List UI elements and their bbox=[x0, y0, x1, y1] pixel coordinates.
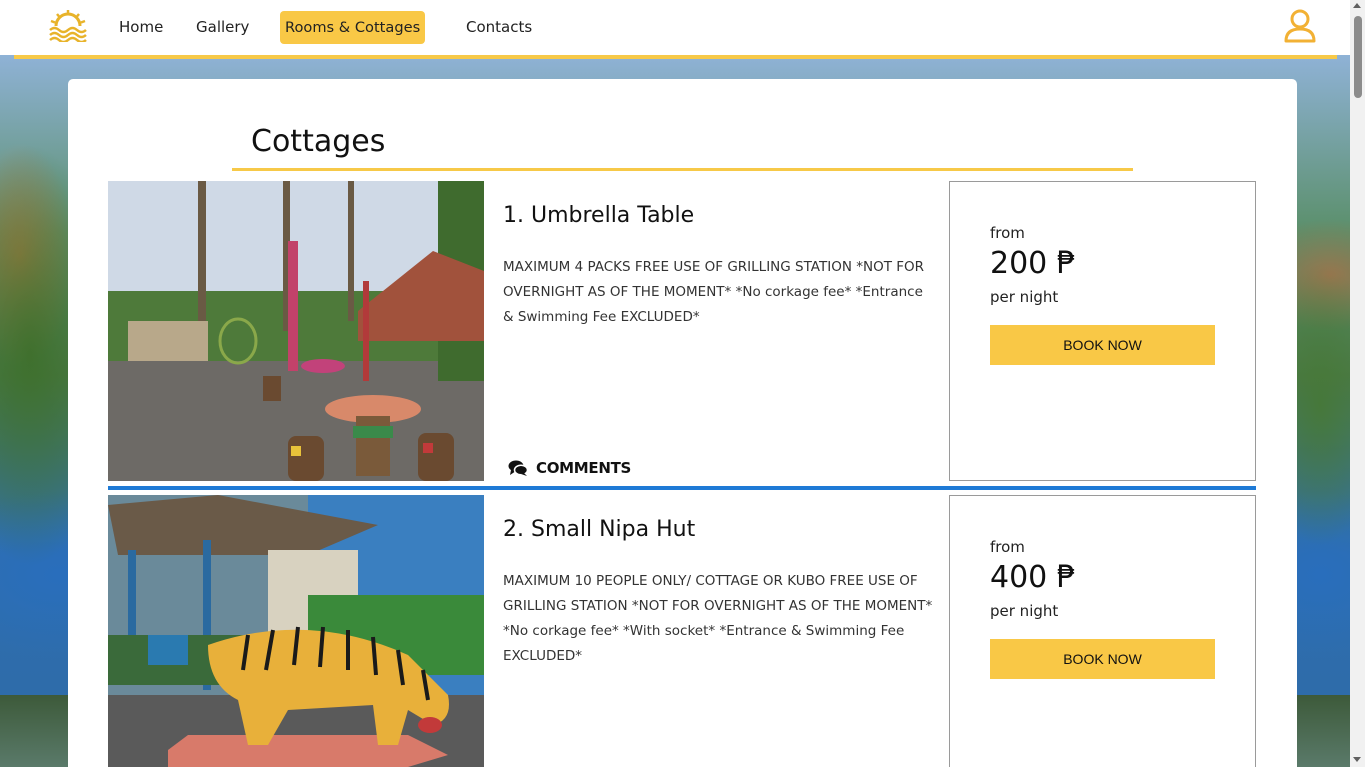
nav-gallery[interactable]: Gallery bbox=[191, 11, 254, 44]
cottage-description: MAXIMUM 10 PEOPLE ONLY/ COTTAGE OR KUBO … bbox=[503, 573, 933, 664]
price-value: 200 ₱ bbox=[990, 246, 1076, 281]
cottage-name: 2. Small Nipa Hut bbox=[503, 517, 696, 542]
user-icon[interactable] bbox=[1284, 9, 1316, 43]
scroll-up-arrow-icon[interactable] bbox=[1353, 3, 1361, 8]
comments-label: COMMENTS bbox=[536, 459, 632, 477]
sun-waves-icon[interactable] bbox=[48, 8, 88, 42]
cottage-photo-small-nipa-hut[interactable] bbox=[108, 495, 484, 767]
card-divider bbox=[108, 486, 1256, 490]
scroll-thumb[interactable] bbox=[1354, 16, 1362, 98]
cottage-photo-umbrella-table[interactable] bbox=[108, 181, 484, 481]
navbar-accent-line bbox=[14, 55, 1337, 59]
comments-button[interactable]: COMMENTS bbox=[508, 458, 631, 478]
book-now-button[interactable]: BOOK NOW bbox=[990, 639, 1215, 679]
section-title: Cottages bbox=[251, 124, 386, 159]
price-box: from 200 ₱ per night BOOK NOW bbox=[949, 181, 1256, 481]
price-box: from 400 ₱ per night BOOK NOW bbox=[949, 495, 1256, 767]
comments-icon bbox=[508, 460, 528, 476]
scroll-down-arrow-icon[interactable] bbox=[1353, 757, 1361, 762]
price-per-label: per night bbox=[990, 602, 1059, 620]
section-title-underline bbox=[232, 168, 1133, 171]
price-from-label: from bbox=[990, 538, 1025, 556]
nav-home[interactable]: Home bbox=[114, 11, 168, 44]
price-per-label: per night bbox=[990, 288, 1059, 306]
nav-contacts[interactable]: Contacts bbox=[461, 11, 537, 44]
page-scrollbar[interactable] bbox=[1350, 0, 1365, 767]
price-value: 400 ₱ bbox=[990, 560, 1076, 595]
book-now-button[interactable]: BOOK NOW bbox=[990, 325, 1215, 365]
top-navbar: Home Gallery Rooms & Cottages Contacts bbox=[0, 0, 1350, 55]
price-from-label: from bbox=[990, 224, 1025, 242]
cottage-name: 1. Umbrella Table bbox=[503, 203, 695, 228]
nav-rooms-cottages[interactable]: Rooms & Cottages bbox=[280, 11, 426, 44]
cottage-description: MAXIMUM 4 PACKS FREE USE OF GRILLING STA… bbox=[503, 259, 925, 325]
